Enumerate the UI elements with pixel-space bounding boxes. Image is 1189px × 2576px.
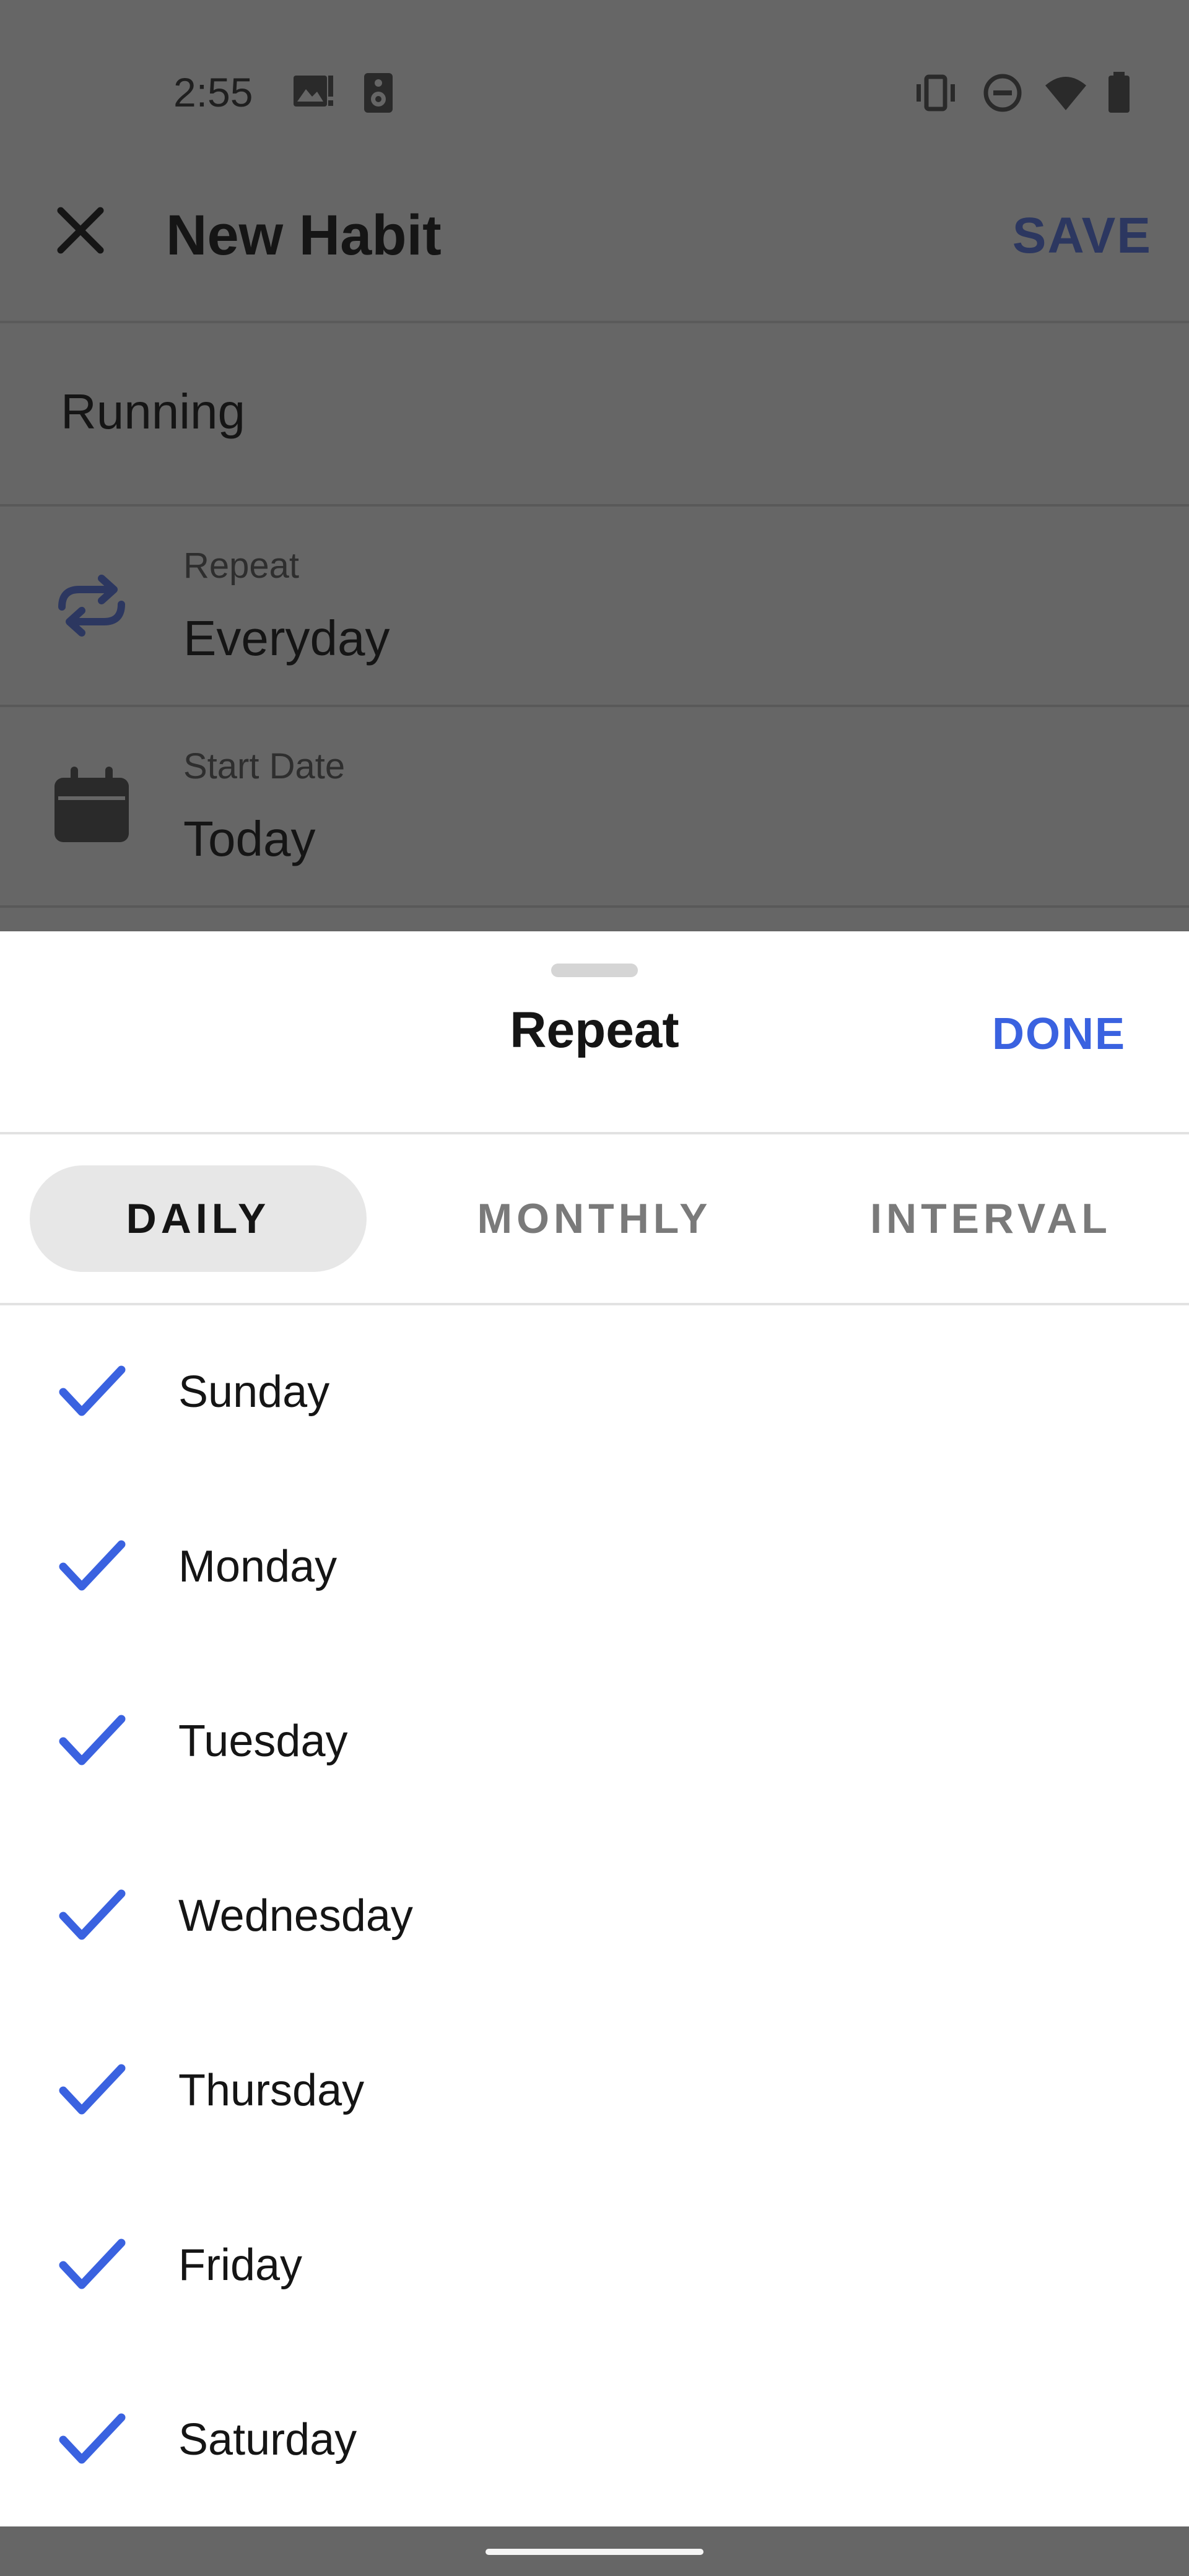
- save-button[interactable]: SAVE: [1003, 202, 1152, 270]
- day-label: Friday: [178, 2240, 303, 2290]
- day-label: Thursday: [178, 2066, 365, 2115]
- start-date-value: Today: [183, 811, 316, 866]
- do-not-disturb-icon: [980, 68, 1026, 118]
- checkmark-icon: [58, 1881, 126, 1949]
- start-date-label: Start Date: [183, 746, 346, 786]
- start-date-row[interactable]: [0, 707, 1189, 908]
- speaker-icon: [355, 68, 401, 118]
- battery-icon: [1096, 68, 1142, 118]
- tab-interval[interactable]: INTERVAL: [817, 1165, 1164, 1272]
- checkmark-icon: [58, 1357, 126, 1425]
- close-icon: [57, 207, 104, 254]
- repeat-icon: [48, 562, 135, 649]
- status-time: 2:55: [173, 69, 253, 115]
- tab-monthly[interactable]: MONTHLY: [421, 1165, 768, 1272]
- page-title: New Habit: [166, 204, 442, 267]
- vibrate-icon: [913, 68, 959, 118]
- image-alert-icon: [291, 68, 337, 118]
- checkmark-icon: [58, 1532, 126, 1600]
- sheet-header-divider: [0, 1132, 1189, 1134]
- done-button[interactable]: DONE: [978, 997, 1139, 1071]
- repeat-value: Everyday: [183, 611, 390, 666]
- checkmark-icon: [58, 2056, 126, 2124]
- day-label: Tuesday: [178, 1717, 348, 1766]
- close-button[interactable]: [50, 199, 111, 261]
- day-label: Wednesday: [178, 1891, 413, 1941]
- habit-name-input[interactable]: Running: [61, 378, 245, 446]
- day-label: Saturday: [178, 2415, 357, 2465]
- drag-handle[interactable]: [551, 964, 638, 977]
- day-label: Sunday: [178, 1367, 330, 1417]
- tab-daily[interactable]: DAILY: [30, 1165, 367, 1272]
- home-gesture-handle[interactable]: [486, 2549, 703, 2555]
- wifi-icon: [1043, 68, 1089, 118]
- repeat-row[interactable]: [0, 507, 1189, 707]
- checkmark-icon: [58, 2230, 126, 2299]
- checkmark-icon: [58, 1707, 126, 1775]
- calendar-icon: [48, 763, 135, 850]
- checkmark-icon: [58, 2405, 126, 2473]
- day-label: Monday: [178, 1542, 338, 1591]
- repeat-label: Repeat: [183, 546, 300, 586]
- sheet-title: Repeat: [510, 1002, 679, 1058]
